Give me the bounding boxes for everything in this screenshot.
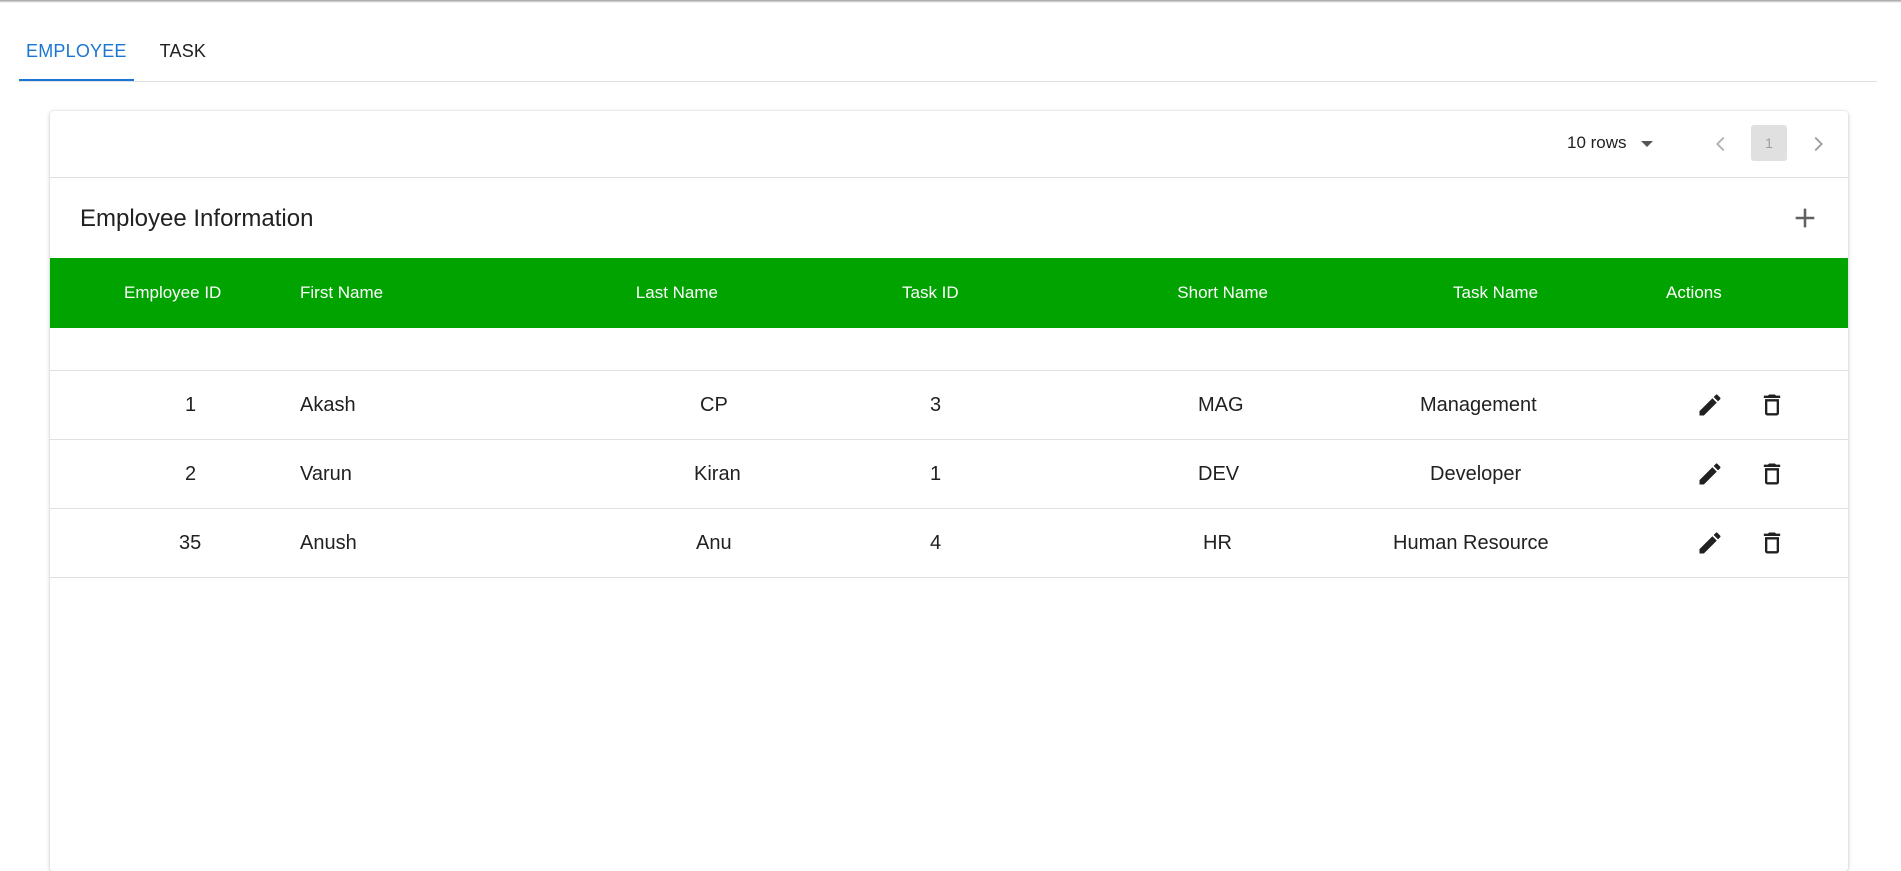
cell-employee-id: 35: [179, 531, 202, 554]
rows-per-page-select[interactable]: 10 rows: [1567, 133, 1653, 153]
cell-employee-id: 1: [185, 393, 197, 416]
table-row: 2 Varun Kiran 1 DEV Developer: [50, 440, 1848, 509]
plus-icon[interactable]: [1791, 204, 1819, 232]
table-header-row: Employee ID First Name Last Name Task ID…: [50, 258, 1848, 328]
table-title-row: Employee Information: [50, 178, 1848, 258]
chevron-left-icon[interactable]: [1710, 133, 1732, 155]
table-filter-row: [50, 328, 1848, 371]
cell-task-name: Developer: [1430, 462, 1522, 485]
cell-last-name: Anu: [696, 531, 732, 554]
chevron-right-icon[interactable]: [1807, 133, 1829, 155]
cell-short-name: DEV: [1198, 462, 1240, 485]
cell-short-name: MAG: [1198, 393, 1244, 416]
table-toolbar: 10 rows 1: [50, 111, 1848, 178]
cell-task-id: 1: [930, 462, 942, 485]
tab-employee[interactable]: EMPLOYEE: [19, 24, 134, 81]
cell-actions: [1633, 509, 1848, 578]
trash-icon[interactable]: [1758, 529, 1786, 557]
cell-task-name: Human Resource: [1393, 531, 1549, 554]
pencil-icon[interactable]: [1696, 391, 1724, 419]
column-header-task-name[interactable]: Task Name: [1268, 258, 1633, 328]
cell-actions: [1633, 371, 1848, 440]
tab-bar: EMPLOYEE TASK: [19, 24, 1877, 82]
cell-first-name: Anush: [300, 531, 357, 554]
cell-first-name: Akash: [300, 393, 356, 416]
column-header-actions: Actions: [1666, 283, 1722, 302]
cell-first-name: Varun: [300, 462, 352, 485]
caret-down-icon: [1640, 141, 1653, 147]
cell-last-name: Kiran: [694, 462, 741, 485]
cell-task-id: 4: [930, 531, 942, 554]
cell-task-name: Management: [1420, 393, 1537, 416]
table-row: 1 Akash CP 3 MAG Management: [50, 371, 1848, 440]
employee-table: Employee ID First Name Last Name Task ID…: [50, 258, 1848, 578]
employee-table-card: 10 rows 1 Employee Information Employee …: [50, 111, 1848, 871]
page-number[interactable]: 1: [1751, 125, 1787, 161]
cell-short-name: HR: [1203, 531, 1232, 554]
cell-actions: [1633, 440, 1848, 509]
pencil-icon[interactable]: [1696, 529, 1724, 557]
column-header-first-name[interactable]: First Name: [298, 258, 550, 328]
column-header-short-name[interactable]: Short Name: [1075, 258, 1268, 328]
tab-task[interactable]: TASK: [153, 24, 213, 81]
pencil-icon[interactable]: [1696, 460, 1724, 488]
trash-icon[interactable]: [1758, 460, 1786, 488]
rows-per-page-label: 10 rows: [1567, 133, 1627, 152]
cell-employee-id: 2: [185, 462, 197, 485]
table-title: Employee Information: [80, 205, 314, 232]
column-header-last-name[interactable]: Last Name: [550, 258, 718, 328]
column-header-employee-id[interactable]: Employee ID: [50, 258, 298, 328]
top-shadow: [0, 0, 1901, 3]
trash-icon[interactable]: [1758, 391, 1786, 419]
column-header-task-id[interactable]: Task ID: [718, 258, 1075, 328]
cell-task-id: 3: [930, 393, 942, 416]
cell-last-name: CP: [700, 393, 728, 416]
table-row: 35 Anush Anu 4 HR Human Resource: [50, 509, 1848, 578]
